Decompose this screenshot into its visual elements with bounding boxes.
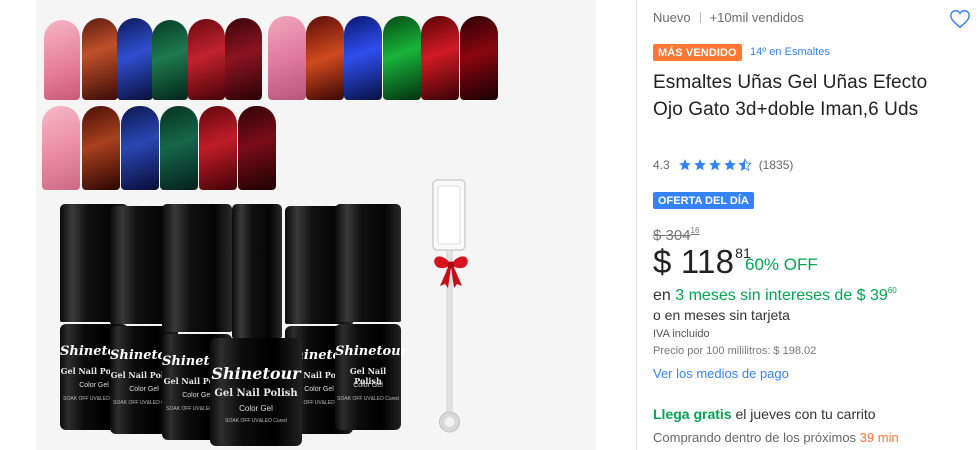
nail-swatch bbox=[306, 16, 344, 100]
free-shipping-label: Llega gratis bbox=[653, 406, 732, 422]
rating-stars bbox=[678, 158, 753, 172]
installments-prefix: en bbox=[653, 287, 671, 304]
shipping-detail: el jueves con tu carrito bbox=[731, 406, 876, 422]
nail-swatch bbox=[42, 106, 80, 190]
gift-bow-icon bbox=[434, 256, 468, 288]
nail-swatch bbox=[152, 20, 188, 100]
polish-bottle: Shinetour Gel Nail Polish Color Gel SOAK… bbox=[210, 204, 302, 446]
bottle-label: Gel Nail Polish bbox=[214, 388, 298, 399]
star-half-icon bbox=[737, 158, 752, 172]
nail-swatch bbox=[238, 106, 276, 190]
nail-swatch bbox=[268, 16, 306, 100]
product-meta: Nuevo +10mil vendidos bbox=[653, 10, 804, 25]
star-icon bbox=[723, 159, 736, 171]
nail-swatch bbox=[160, 106, 198, 190]
payment-methods-link[interactable]: Ver los medios de pago bbox=[653, 366, 789, 381]
category-rank-link[interactable]: 14º en Esmaltes bbox=[750, 46, 830, 58]
polish-bottle: Shinetour Gel Nail Polish Color Gel SOAK… bbox=[335, 204, 408, 430]
countdown-prefix: Comprando dentro de los próximos bbox=[653, 430, 860, 445]
magnet-tool bbox=[430, 178, 470, 438]
current-price-amount: $ 118 bbox=[653, 243, 735, 280]
nail-swatch bbox=[460, 16, 498, 100]
bottle-fineprint: SOAK OFF UV&LED Cured bbox=[337, 396, 399, 402]
original-price-cents: 16 bbox=[690, 226, 700, 235]
nail-swatch bbox=[383, 16, 421, 100]
sold-count: +10mil vendidos bbox=[709, 10, 804, 25]
star-icon bbox=[708, 159, 721, 171]
star-icon bbox=[693, 159, 706, 171]
panel-divider bbox=[636, 0, 637, 450]
star-icon bbox=[678, 159, 691, 171]
nail-swatch bbox=[82, 106, 120, 190]
tax-note: IVA incluido bbox=[653, 328, 710, 340]
nail-swatch bbox=[225, 18, 262, 100]
original-price: $ 30416 bbox=[653, 226, 699, 244]
best-seller-badge: MÁS VENDIDO bbox=[653, 44, 742, 61]
installments-cents: 60 bbox=[887, 286, 897, 295]
deal-of-day-badge: OFERTA DEL DÍA bbox=[653, 192, 754, 209]
rating-count: (1835) bbox=[758, 158, 794, 172]
heart-outline-icon[interactable] bbox=[949, 8, 971, 30]
product-title: Esmaltes Uñas Gel Uñas Efecto Ojo Gato 3… bbox=[653, 72, 928, 120]
shipping-countdown: Comprando dentro de los próximos 39 min bbox=[653, 430, 899, 445]
installments-info: en 3 meses sin intereses de $ 3960 bbox=[653, 286, 897, 305]
meta-separator bbox=[699, 12, 701, 23]
discount-label: 60% OFF bbox=[745, 255, 818, 274]
rating-value: 4.3 bbox=[653, 158, 670, 172]
nail-swatch bbox=[82, 18, 118, 100]
shipping-info: Llega gratis el jueves con tu carrito bbox=[653, 406, 876, 422]
nail-swatch bbox=[121, 106, 159, 190]
countdown-time: 39 min bbox=[859, 430, 899, 445]
bottle-fineprint: SOAK OFF UV&LED Cured bbox=[225, 418, 287, 424]
nail-swatch bbox=[188, 19, 225, 100]
nail-swatch bbox=[199, 106, 237, 190]
rating-summary[interactable]: 4.3 (1835) bbox=[653, 158, 793, 172]
original-price-amount: $ 304 bbox=[653, 227, 691, 244]
no-card-installments: o en meses sin tarjeta bbox=[653, 307, 790, 323]
condition-label: Nuevo bbox=[653, 10, 691, 25]
bottle-sublabel: Color Gel bbox=[353, 382, 383, 389]
product-image[interactable]: Shinetour Gel Nail Polish Color Gel SOAK… bbox=[0, 0, 636, 450]
nail-swatch bbox=[421, 16, 459, 100]
current-price: $ 11881 bbox=[653, 243, 751, 281]
bottle-brand: Shinetour bbox=[211, 364, 301, 383]
bottle-sublabel: Color Gel bbox=[239, 404, 273, 413]
magnet-tool-graphic bbox=[432, 179, 466, 433]
bottle-brand: Shinetour bbox=[335, 344, 408, 359]
nail-swatch bbox=[117, 18, 153, 100]
nail-swatch bbox=[44, 20, 80, 100]
installments-text: 3 meses sin intereses de $ 39 bbox=[675, 287, 888, 304]
nail-swatch bbox=[344, 16, 382, 100]
product-info-panel: Nuevo +10mil vendidos MÁS VENDIDO 14º en … bbox=[653, 0, 979, 450]
unit-price: Precio por 100 mililitros: $ 198.02 bbox=[653, 345, 817, 357]
